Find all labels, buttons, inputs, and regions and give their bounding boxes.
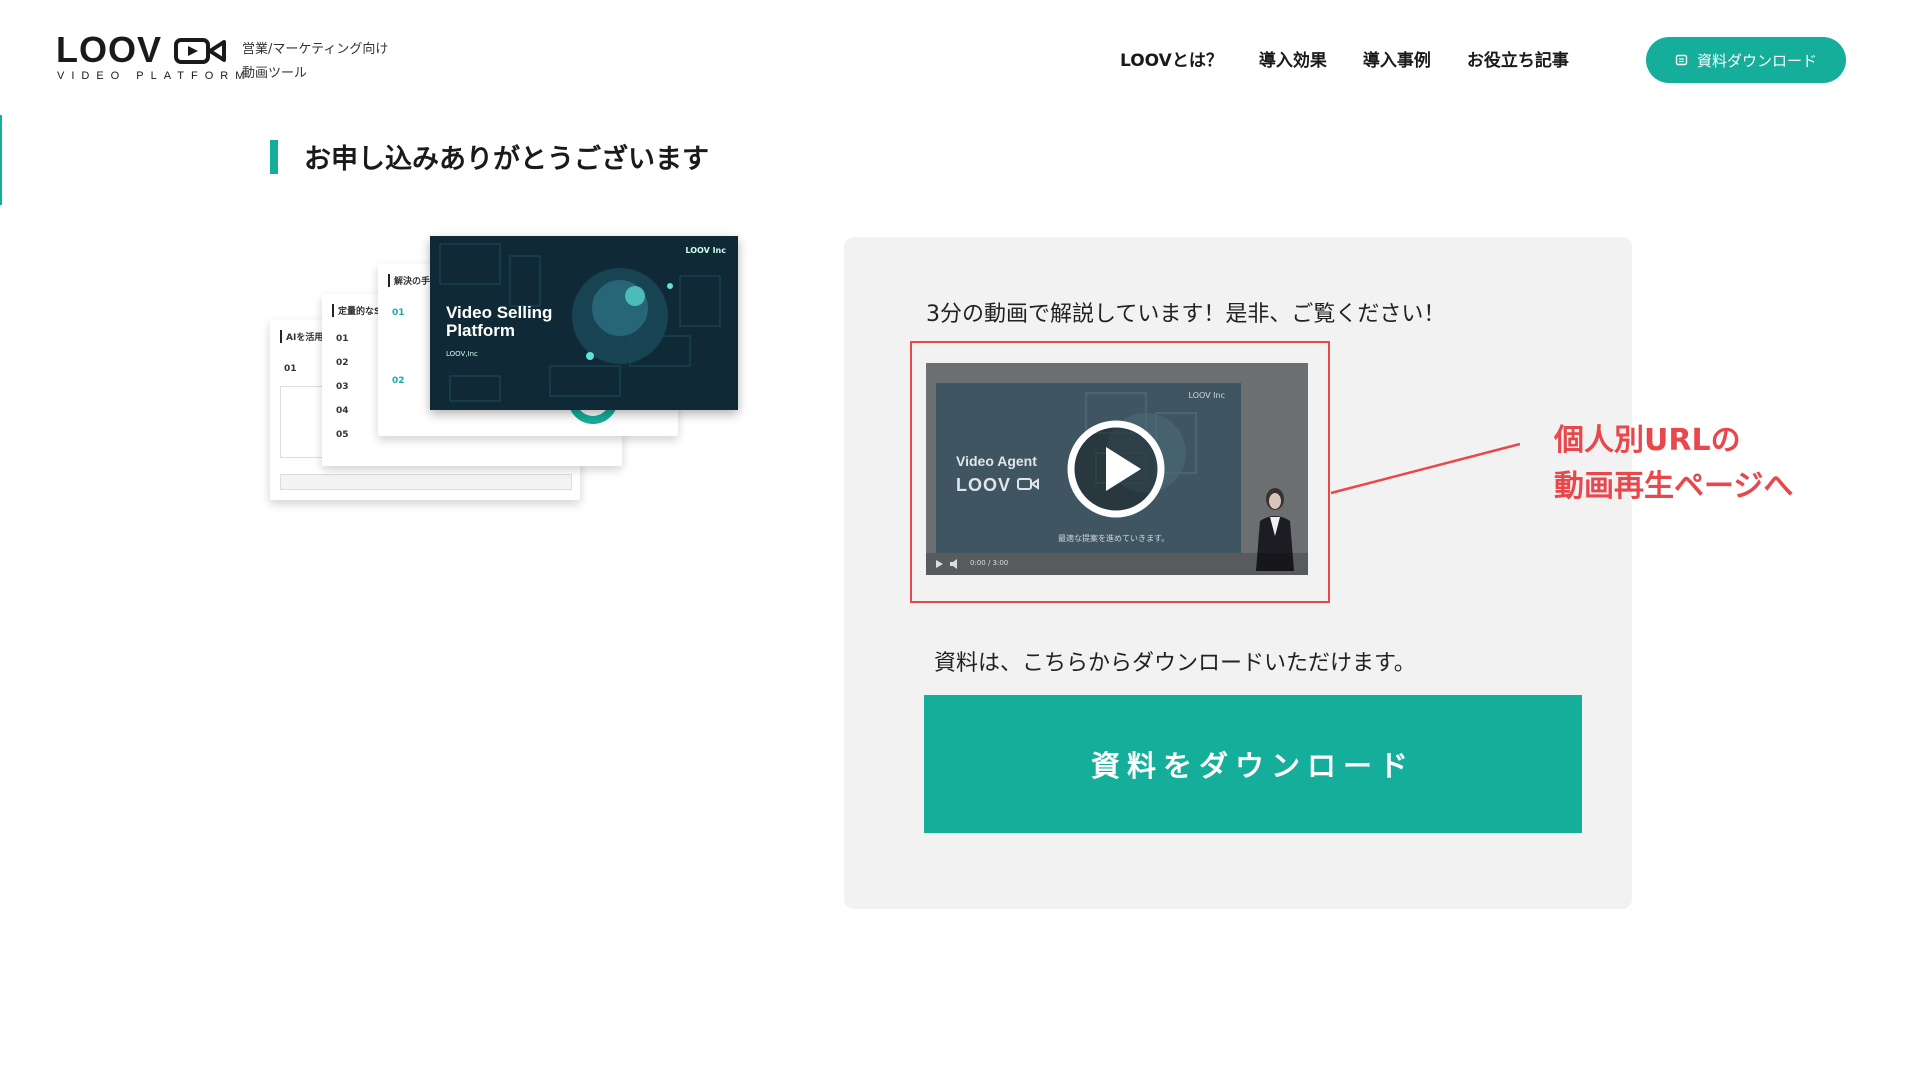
download-caption: 資料は、こちらからダウンロードいただけます。 <box>934 651 1416 676</box>
header-download-label: 資料ダウンロード <box>1696 51 1817 70</box>
left-edge-marker <box>0 115 2 205</box>
video-caption: 3分の動画で解説しています！是非、ご覧ください！ <box>926 302 1446 327</box>
tagline: 営業/マーケティング向け 動画ツール <box>242 38 388 86</box>
slide-cover: LOOV Inc Video Selling Platform LOOV,Inc <box>430 236 738 410</box>
logo-subtitle: VIDEO PLATFORM <box>57 70 252 82</box>
video-camera-icon <box>1017 478 1040 490</box>
cover-brand: LOOV Inc <box>685 246 726 255</box>
document-preview-stack: AIを活用し 01 定量的なS 01 02 03 04 05 解決の手段 01 … <box>270 236 740 501</box>
slide-2-title: 定量的なS <box>332 304 380 317</box>
document-icon <box>1675 54 1688 66</box>
logo[interactable]: LOOV VIDEO PLATFORM <box>56 29 244 83</box>
heading-accent-bar <box>270 140 278 174</box>
slide-1-row: 01 <box>284 364 297 374</box>
nav-item-cases[interactable]: 導入事例 <box>1363 46 1431 71</box>
video-logo-text: LOOV <box>956 475 1012 495</box>
slide-3-row-2: 02 <box>392 376 405 386</box>
video-camera-icon <box>174 38 226 64</box>
cover-title-line2: Platform <box>446 321 515 340</box>
logo-wordmark: LOOV <box>56 29 163 70</box>
video-title: Video Agent <box>956 453 1037 469</box>
slide-2-row-5: 05 <box>336 430 349 440</box>
header-download-button[interactable]: 資料ダウンロード <box>1646 37 1846 83</box>
cover-title: Video Selling Platform <box>446 304 552 340</box>
nav-item-about[interactable]: LOOVとは？ <box>1120 46 1223 71</box>
annotation-text: 個人別URLの 動画再生ページへ <box>1554 418 1793 510</box>
slide-2-row-3: 03 <box>336 382 349 392</box>
tagline-line1: 営業/マーケティング向け <box>242 42 389 57</box>
video-time: 0:00 / 3:00 <box>970 559 1009 567</box>
page-title: お申し込みありがとうございます <box>304 144 709 175</box>
slide-2-row-4: 04 <box>336 406 349 416</box>
nav-item-effects[interactable]: 導入効果 <box>1259 46 1327 71</box>
video-controls: 0:00 / 3:00 <box>926 553 1308 575</box>
slide-3-row-1: 01 <box>392 308 405 318</box>
cover-subtitle: LOOV,Inc <box>446 350 478 358</box>
slide-2-row-1: 01 <box>336 334 349 344</box>
annotation-line1: 個人別URLの <box>1554 423 1741 458</box>
slide-2-row-2: 02 <box>336 358 349 368</box>
video-subtitle: 最適な提案を進めていきます。 <box>1058 534 1170 543</box>
video-brand: LOOV Inc <box>1188 391 1225 400</box>
cover-title-line1: Video Selling <box>446 303 553 322</box>
play-small-icon[interactable] <box>930 553 970 575</box>
annotation-line2: 動画再生ページへ <box>1554 469 1794 504</box>
nav-item-articles[interactable]: お役立ち記事 <box>1467 46 1569 71</box>
main-nav: LOOVとは？ 導入効果 導入事例 お役立ち記事 <box>1120 46 1605 71</box>
play-icon[interactable] <box>1066 419 1166 519</box>
video-logo: LOOV <box>956 475 1040 496</box>
download-button[interactable]: 資料をダウンロード <box>924 695 1582 833</box>
slide-1-footer <box>280 474 572 490</box>
tagline-line2: 動画ツール <box>242 66 308 81</box>
